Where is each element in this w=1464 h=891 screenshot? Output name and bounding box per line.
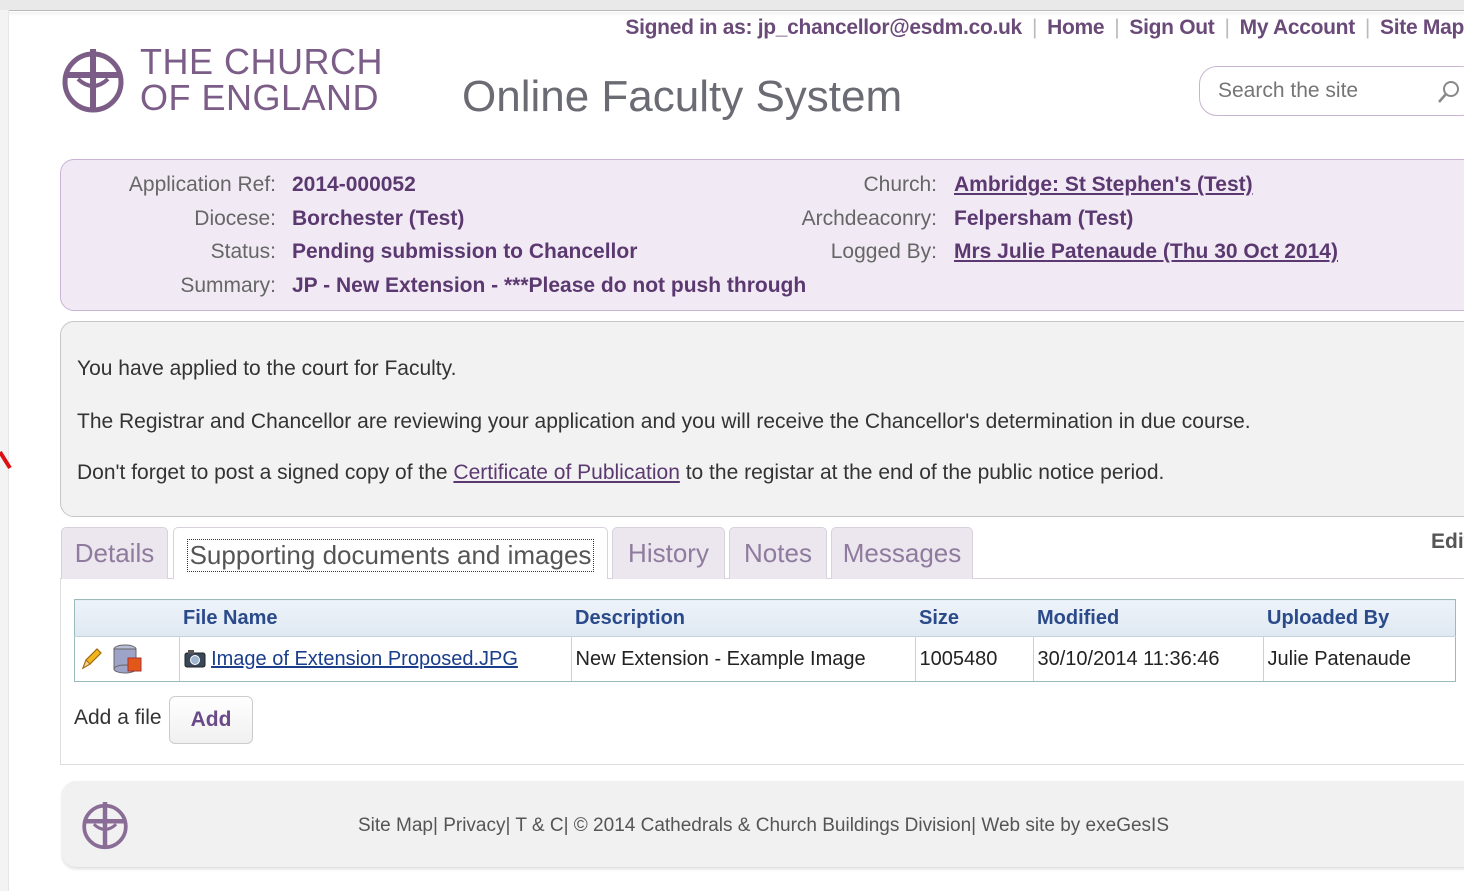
modified-cell: 30/10/2014 11:36:46 (1032, 636, 1263, 682)
certificate-of-publication-link[interactable]: Certificate of Publication (453, 461, 679, 484)
search-input[interactable] (1216, 78, 1430, 104)
status-value: Pending submission to Chancellor (292, 240, 638, 263)
tab-messages[interactable]: Messages (831, 527, 973, 579)
actions-header (74, 599, 179, 637)
logo-text-line1: THE CHURCH (140, 41, 383, 82)
application-ref-value: 2014-000052 (292, 173, 416, 196)
nav-home-link[interactable]: Home (1047, 16, 1104, 40)
edit-link[interactable]: Edit (1431, 530, 1464, 554)
message-line-1: You have applied to the court for Facult… (77, 357, 457, 380)
tab-details[interactable]: Details (61, 527, 168, 579)
column-header-uploaded-by[interactable]: Uploaded By (1263, 599, 1456, 637)
signed-in-text: Signed in as: jp_chancellor@esdm.co.uk (625, 16, 1022, 39)
column-header-file-name[interactable]: File Name (179, 599, 571, 637)
file-name-link[interactable]: Image of Extension Proposed.JPG (211, 648, 518, 670)
status-message-panel: You have applied to the court for Facult… (60, 321, 1464, 517)
table-header-row: File Name Description Size Modified Uplo… (74, 599, 1456, 637)
column-header-size[interactable]: Size (915, 599, 1033, 637)
search-icon[interactable] (1436, 79, 1462, 105)
nav-site-map-link[interactable]: Site Map (1380, 16, 1464, 40)
logged-by-label: Logged By: (830, 240, 937, 263)
description-cell: New Extension - Example Image (570, 636, 915, 682)
logo-text-line2: OF ENGLAND (140, 77, 380, 118)
browser-top-edge (0, 0, 1464, 11)
image-file-icon (184, 650, 205, 668)
message-line-2: The Registrar and Chancellor are reviewi… (77, 410, 1251, 433)
delete-database-icon[interactable] (111, 642, 145, 676)
file-name-cell: Image of Extension Proposed.JPG (178, 636, 571, 682)
nav-my-account-link[interactable]: My Account (1240, 16, 1356, 40)
site-search (1199, 66, 1464, 116)
message-line-3: Don't forget to post a signed copy of th… (77, 461, 1165, 484)
edit-pencil-icon[interactable] (79, 646, 103, 672)
archdeaconry-label: Archdeaconry: (801, 207, 937, 230)
diocese-value: Borchester (Test) (292, 207, 465, 230)
church-link[interactable]: Ambridge: St Stephen's (Test) (954, 173, 1253, 197)
top-navigation: Signed in as: jp_chancellor@esdm.co.uk |… (625, 16, 1464, 40)
footer-church-logo-icon (82, 801, 128, 850)
column-header-modified[interactable]: Modified (1033, 599, 1263, 637)
archdeaconry-value: Felpersham (Test) (954, 207, 1134, 230)
add-file-label: Add a file (74, 706, 162, 729)
uploaded-by-cell: Julie Patenaude (1262, 636, 1456, 682)
tab-supporting-documents[interactable]: Supporting documents and images (173, 527, 608, 582)
footer-links-text: Site Map| Privacy| T & C| © 2014 Cathedr… (358, 815, 1169, 836)
table-row: Image of Extension Proposed.JPG New Exte… (74, 636, 1456, 682)
church-cross-logo-icon (62, 49, 124, 113)
summary-label: Summary: (180, 274, 276, 297)
church-label: Church: (863, 173, 937, 196)
files-table: File Name Description Size Modified Uplo… (74, 599, 1456, 682)
tab-history[interactable]: History (612, 527, 725, 579)
church-of-england-logo[interactable]: THE CHURCH OF ENGLAND (60, 44, 383, 116)
size-cell: 1005480 (914, 636, 1033, 682)
tab-notes[interactable]: Notes (729, 527, 827, 579)
nav-sign-out-link[interactable]: Sign Out (1129, 16, 1214, 40)
row-actions (74, 636, 179, 682)
diocese-label: Diocese: (194, 207, 276, 230)
annotation-arrow-mark (0, 450, 12, 470)
summary-value: JP - New Extension - ***Please do not pu… (292, 274, 807, 297)
status-label: Status: (210, 240, 276, 263)
site-title: Online Faculty System (462, 72, 903, 121)
application-ref-label: Application Ref: (128, 173, 276, 196)
logged-by-link[interactable]: Mrs Julie Patenaude (Thu 30 Oct 2014) (954, 240, 1338, 264)
column-header-description[interactable]: Description (571, 599, 915, 637)
add-file-button[interactable]: Add (169, 696, 253, 744)
